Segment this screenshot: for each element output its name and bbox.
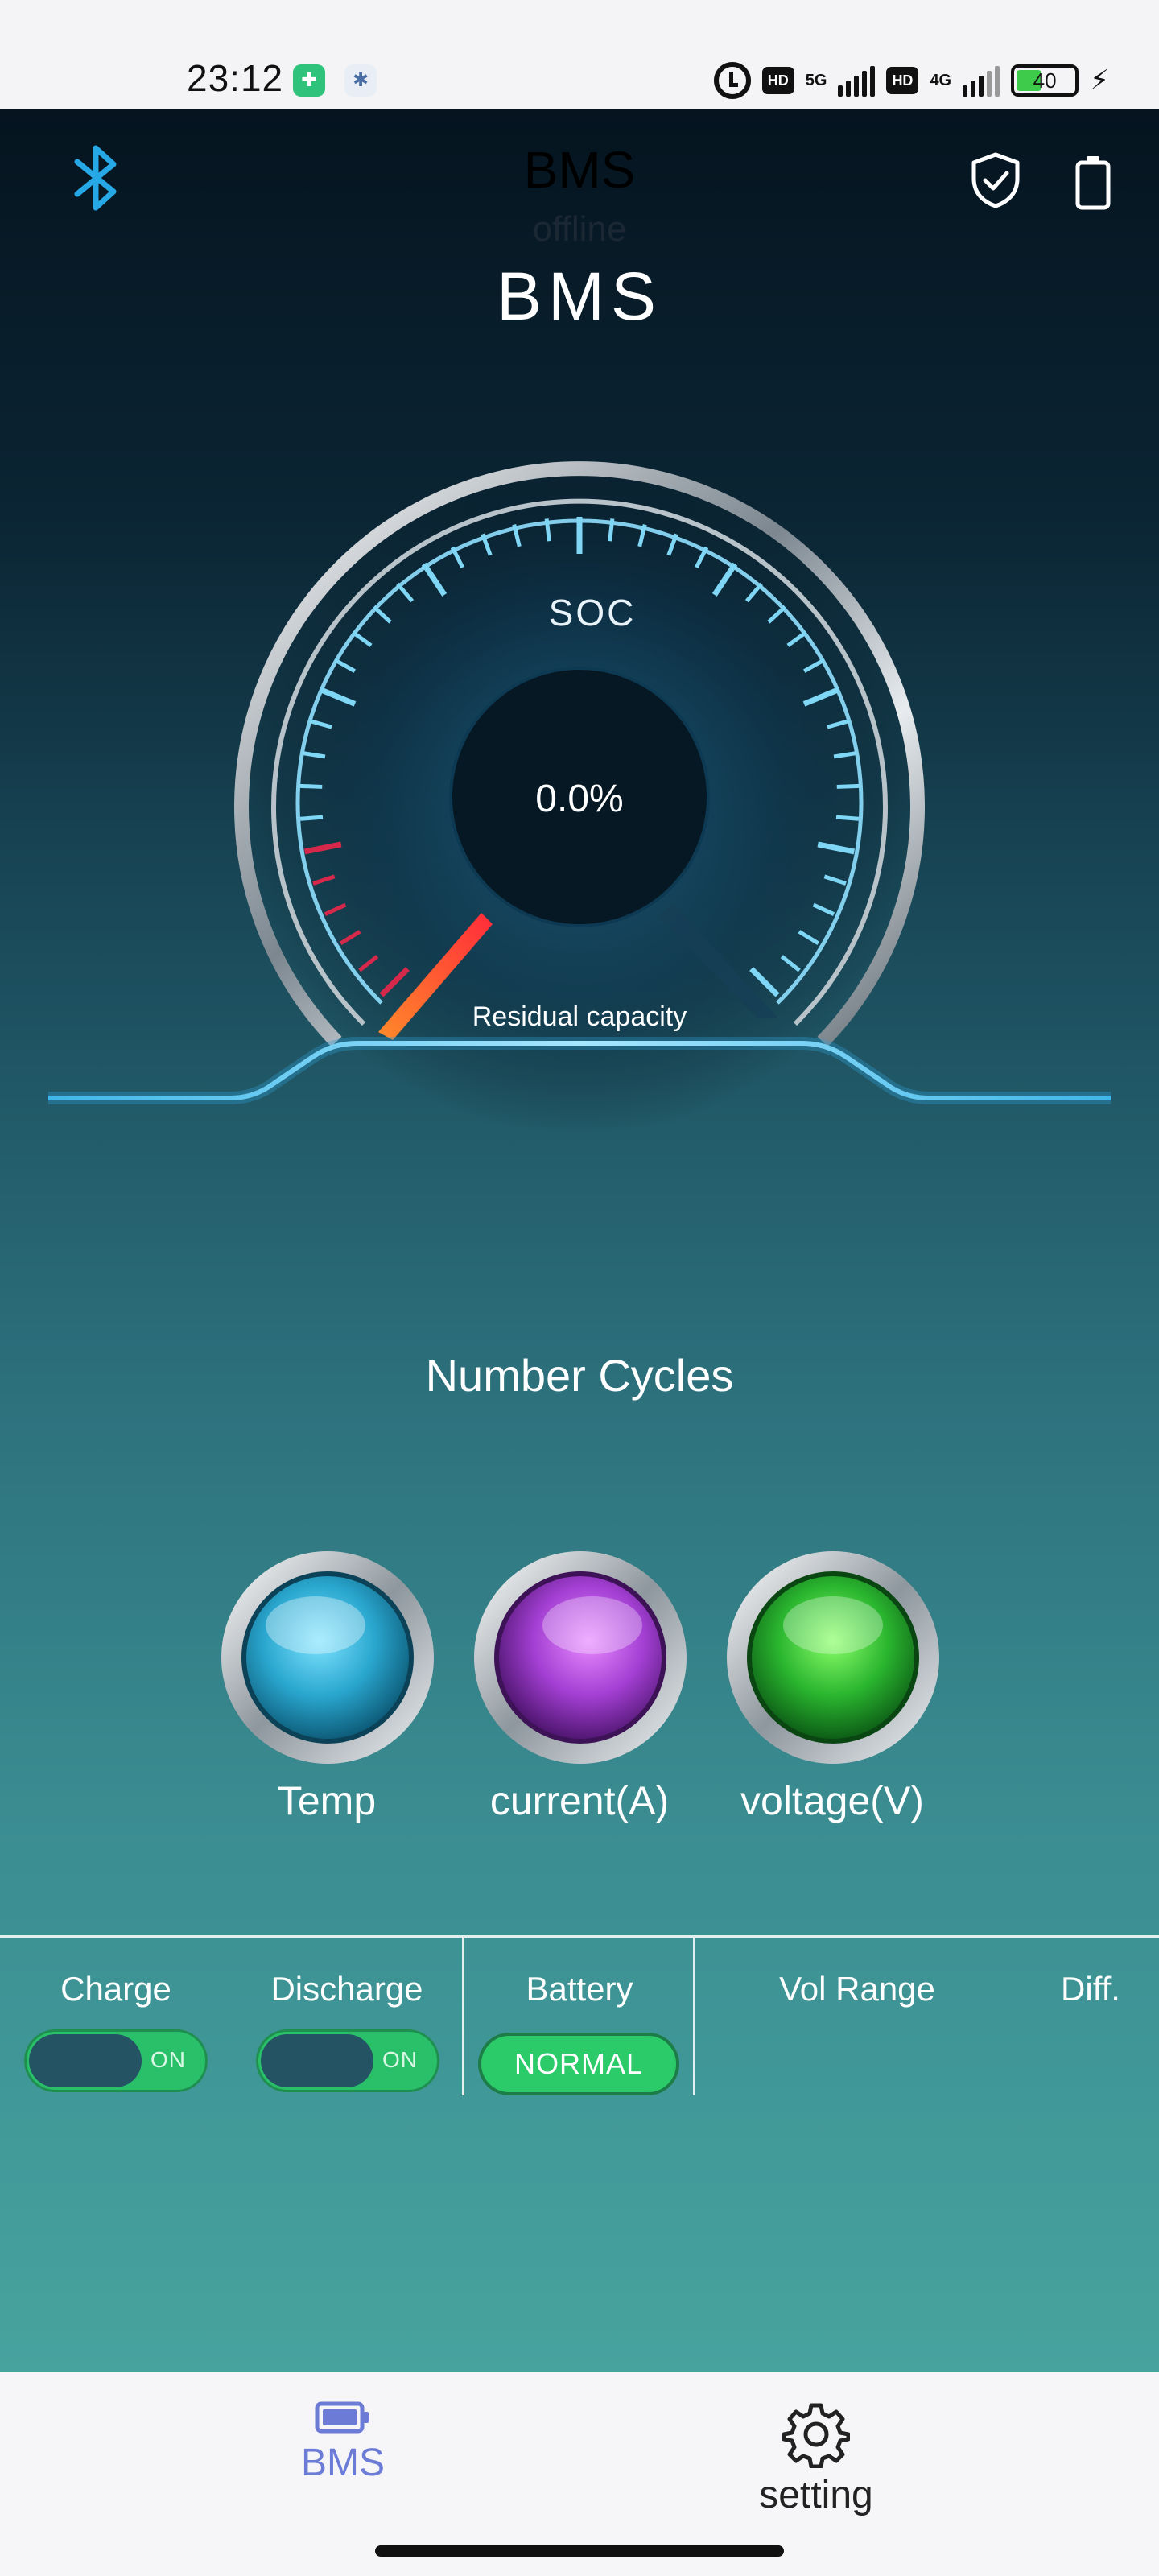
charge-switch[interactable]: ON [24,2029,208,2092]
network-4g-label: 4G [930,72,952,89]
number-cycles-label: Number Cycles [425,1350,734,1401]
discharge-label: Discharge [270,1970,423,2008]
gauge-label: SOC [549,592,637,634]
switch-state: ON [151,2047,186,2072]
hd-badge-2: HD [886,67,919,94]
network-5g-label: 5G [805,72,827,89]
gauge-tick [299,815,324,821]
hd-badge: HD [761,67,794,94]
charging-icon: ⚡ [1090,65,1109,96]
discharge-switch[interactable]: ON [256,2029,439,2092]
gauge-tick [544,518,551,542]
vol-range-label: Vol Range [779,1970,935,2008]
temp-label: Temp [277,1778,377,1823]
switch-knob [261,2034,373,2087]
battery-status-icon: 40 [1011,64,1079,97]
soc-gauge: SOC 0.0% Residual capacity [48,459,1111,1135]
battery-label: Battery [526,1970,633,2008]
charge-label: Charge [60,1970,171,2008]
temp-indicator[interactable] [219,1549,436,1766]
tab-setting-label: setting [759,2474,873,2516]
tab-setting[interactable]: setting [695,2401,937,2537]
alarm-icon [713,62,751,99]
panel-divider [462,1938,464,2095]
tab-bms[interactable]: BMS [222,2401,464,2537]
bms-screen: BMS offline BMS SOC 0.0% Residual capaci… [0,109,1159,2372]
status-indicators: HD 5G HD 4G 40 ⚡ [713,58,1109,103]
signal-icon [838,64,876,97]
status-panel: Charge ON Discharge ON Battery NORMAL Vo… [0,1935,1159,2096]
signal-icon-2 [963,64,1000,97]
gauge-tick [835,815,860,821]
connection-status: offline [532,209,627,249]
diff-label: Diff. [1061,1970,1120,2008]
battery-status-badge: NORMAL [478,2033,679,2095]
soc-value: 0.0% [535,778,623,820]
voltage-label: voltage(V) [740,1778,924,1823]
panel-divider [693,1938,695,2095]
gauge-caption: Residual capacity [472,1001,687,1032]
gauge-tick [608,518,615,542]
switch-state: ON [382,2047,418,2072]
shield-check-icon[interactable] [969,151,1022,209]
gear-icon [782,2403,850,2468]
battery-icon[interactable] [1074,155,1112,211]
current-label: current(A) [489,1778,670,1823]
status-time: 23:12 [187,57,284,99]
settings-app-icon: ✱ [344,64,377,97]
tab-bms-label: BMS [300,2442,385,2484]
status-bar: 23:12 ✚ ✱ HD 5G HD 4G 40 ⚡ [0,0,1159,109]
shield-app-icon: ✚ [293,64,325,97]
home-indicator[interactable] [375,2545,784,2557]
battery-level: 40 [1033,68,1057,93]
voltage-indicator[interactable] [724,1549,942,1766]
current-indicator[interactable] [472,1549,689,1766]
battery-tab-icon [315,2401,369,2434]
switch-knob [29,2034,142,2087]
